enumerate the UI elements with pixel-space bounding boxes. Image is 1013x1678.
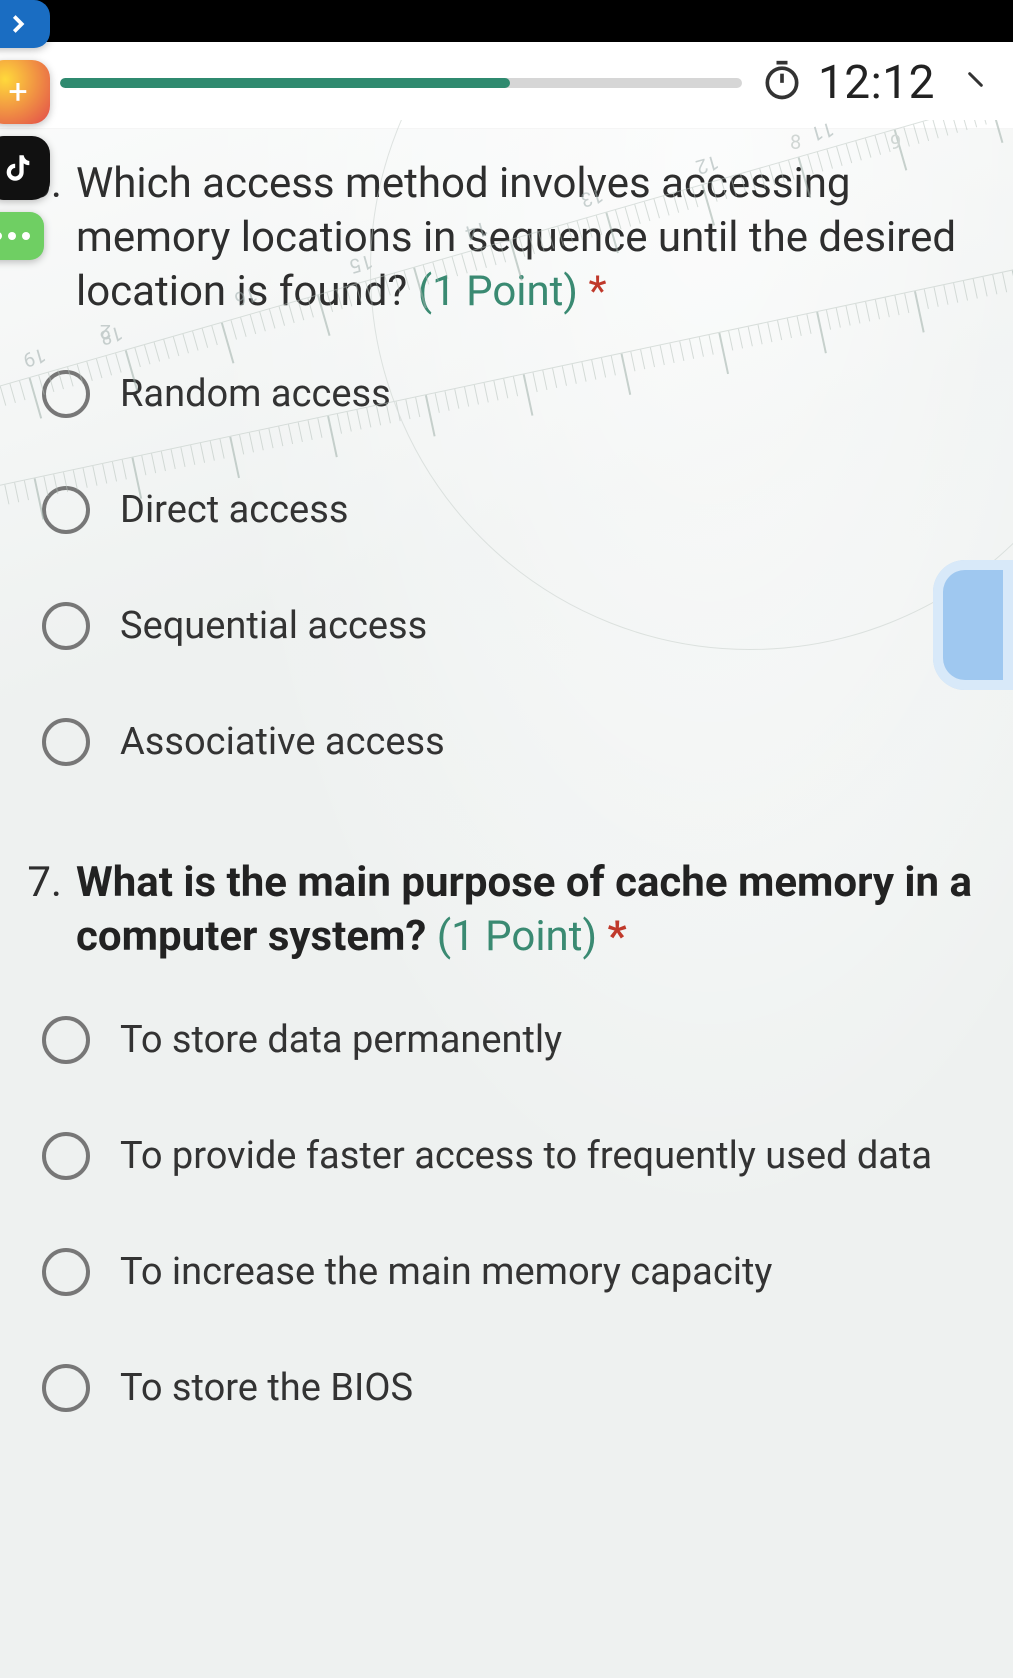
radio-icon[interactable] [42,1132,90,1180]
radio-icon[interactable] [42,486,90,534]
next-button[interactable] [953,69,993,97]
radio-icon[interactable] [42,1248,90,1296]
required-mark: * [588,267,606,316]
radio-icon[interactable] [42,1364,90,1412]
option-label: To increase the main memory capacity [120,1250,772,1294]
option-label: To store data permanently [120,1018,562,1062]
option-4[interactable]: To store the BIOS [14,1364,999,1412]
question-7: 7.What is the main purpose of cache memo… [14,856,999,1412]
option-1[interactable]: Random access [14,370,999,418]
progress-fill [60,78,510,88]
question-number: 7. [14,856,62,964]
progress-bar [60,78,742,88]
option-3[interactable]: Sequential access [14,602,999,650]
radio-icon[interactable] [42,370,90,418]
side-handle[interactable] [933,560,1013,690]
stopwatch-icon [760,59,804,107]
timer: 12:12 [760,56,935,110]
question-text: What is the main purpose of cache memory… [76,856,999,964]
option-3[interactable]: To increase the main memory capacity [14,1248,999,1296]
radio-icon[interactable] [42,602,90,650]
question-6: 6.Which access method involves accessing… [14,157,999,766]
question-text: Which access method involves accessing m… [76,157,999,318]
status-bar [0,0,1013,42]
option-2[interactable]: Direct access [14,486,999,534]
questions-container: 6.Which access method involves accessing… [0,129,1013,1412]
question-number: 6. [14,157,62,318]
timer-value: 12:12 [818,56,935,110]
option-label: Random access [120,372,391,416]
points-label: (1 Point) [437,912,597,961]
option-4[interactable]: Associative access [14,718,999,766]
option-label: Associative access [120,720,445,764]
quiz-header: 12:12 [0,42,1013,129]
option-label: Sequential access [120,604,427,648]
points-label: (1 Point) [418,267,578,316]
required-mark: * [608,912,627,961]
option-1[interactable]: To store data permanently [14,1016,999,1064]
radio-icon[interactable] [42,1016,90,1064]
option-label: To provide faster access to frequently u… [120,1134,932,1178]
option-2[interactable]: To provide faster access to frequently u… [14,1132,999,1180]
radio-icon[interactable] [42,718,90,766]
option-label: To store the BIOS [120,1366,413,1410]
option-label: Direct access [120,488,348,532]
